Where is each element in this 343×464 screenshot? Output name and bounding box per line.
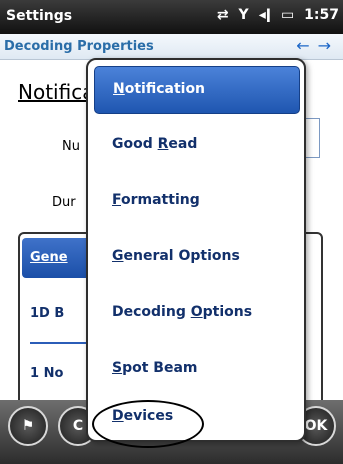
nav-arrows: ←→ (296, 36, 339, 55)
menu-item-decoding-options[interactable]: Decoding Options (94, 290, 300, 338)
menu-item-notification[interactable]: Notification (94, 66, 300, 114)
page-title-bar: Decoding Properties ←→ (0, 34, 343, 60)
clock: 1:57 (304, 7, 339, 23)
windows-flag-icon: ⚑ (21, 418, 35, 434)
status-bar: Settings ⇄ Y ◂ǀ ▭ 1:57 (0, 0, 343, 34)
start-button[interactable]: ⚑ (8, 406, 48, 446)
menu-item-formatting[interactable]: Formatting (94, 178, 300, 226)
back-arrow-icon[interactable]: ← (296, 36, 317, 55)
signal-off-icon: Y (238, 7, 249, 23)
forward-arrow-icon[interactable]: → (318, 36, 339, 55)
menu-item-good-read[interactable]: Good Read (94, 122, 300, 170)
status-icons: ⇄ Y ◂ǀ ▭ 1:57 (217, 7, 339, 23)
menu-item-spot-beam[interactable]: Spot Beam (94, 346, 300, 394)
page-title: Decoding Properties (4, 39, 154, 54)
battery-icon: ▭ (280, 7, 295, 23)
list-item-1d[interactable]: 1D B (30, 306, 64, 321)
app-title: Settings (6, 8, 73, 24)
menu-item-general-options[interactable]: General Options (94, 234, 300, 282)
devices-highlight-ellipse (92, 400, 204, 448)
duration-label: Dur (52, 195, 76, 210)
number-label: Nu (62, 139, 80, 154)
list-item-1[interactable]: 1 No (30, 366, 63, 381)
context-menu: Notification Good Read Formatting Genera… (86, 58, 306, 442)
volume-icon: ◂ǀ (258, 7, 271, 23)
connectivity-icon: ⇄ (216, 7, 229, 23)
